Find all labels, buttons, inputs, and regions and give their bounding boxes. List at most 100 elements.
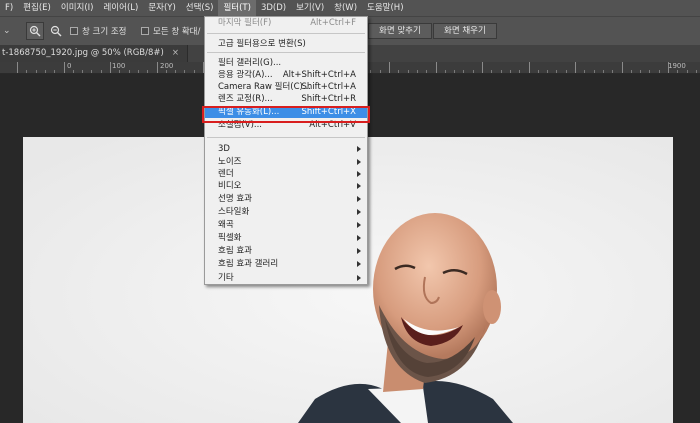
submenu-arrow-icon xyxy=(357,209,361,215)
checkbox-box xyxy=(141,27,149,35)
ruler-label: 0 xyxy=(67,62,72,70)
menu-edit[interactable]: 편집(E) xyxy=(18,0,56,16)
ruler-minor-tick xyxy=(119,70,120,73)
menu-item-distort[interactable]: 왜곡 xyxy=(205,219,367,231)
menu-item-label: 렌더 xyxy=(218,169,234,179)
ruler-minor-tick xyxy=(26,70,27,73)
menu-view[interactable]: 보기(V) xyxy=(291,0,329,16)
ruler-minor-tick xyxy=(659,70,660,73)
ruler-minor-tick xyxy=(473,70,474,73)
menu-type[interactable]: 문자(Y) xyxy=(143,0,180,16)
filter-menu-dropdown: 마지막 필터(F) Alt+Ctrl+F 고급 필터용으로 변환(S) 필터 갤러리(… xyxy=(204,16,368,285)
menu-item-sharpen[interactable]: 선명 효과 xyxy=(205,193,367,205)
fit-screen-button[interactable]: 화면 맞추기 xyxy=(368,23,432,39)
submenu-arrow-icon xyxy=(357,248,361,254)
menu-item-lens-correction[interactable]: 렌즈 교정(R)... Shift+Ctrl+R xyxy=(205,93,367,105)
menu-item-label: 렌즈 교정(R)... xyxy=(218,94,273,104)
ruler-minor-tick xyxy=(147,70,148,73)
menu-item-shortcut: Shift+Ctrl+A xyxy=(301,82,356,92)
menu-separator xyxy=(207,33,365,34)
ruler-minor-tick xyxy=(138,70,139,73)
submenu-arrow-icon xyxy=(357,196,361,202)
menu-item-3d[interactable]: 3D xyxy=(205,143,367,155)
menu-item-label: Camera Raw 필터(C)... xyxy=(218,82,311,92)
checkbox-box xyxy=(70,27,78,35)
submenu-arrow-icon xyxy=(357,275,361,281)
zoom-all-windows-checkbox[interactable]: 모든 창 확대/ xyxy=(141,25,200,37)
zoom-out-button[interactable] xyxy=(47,22,65,40)
menu-item-label: 고급 필터용으로 변환(S) xyxy=(218,39,306,49)
ruler-minor-tick xyxy=(45,70,46,73)
submenu-arrow-icon xyxy=(357,146,361,152)
ruler-minor-tick xyxy=(696,70,697,73)
ruler-major-tick xyxy=(436,62,437,73)
submenu-arrow-icon xyxy=(357,222,361,228)
menu-image[interactable]: 이미지(I) xyxy=(56,0,99,16)
menu-item-shortcut: Shift+Ctrl+R xyxy=(301,94,356,104)
menu-3d[interactable]: 3D(D) xyxy=(256,0,291,16)
menu-file[interactable]: F) xyxy=(0,0,18,16)
zoom-in-button[interactable] xyxy=(26,22,44,40)
menu-item-noise[interactable]: 노이즈 xyxy=(205,156,367,168)
document-tab[interactable]: t-1868750_1920.jpg @ 50% (RGB/8#) × xyxy=(0,45,188,62)
menu-item-label: 왜곡 xyxy=(218,220,234,230)
ruler-minor-tick xyxy=(687,70,688,73)
menu-item-label: 픽셀화 xyxy=(218,233,242,243)
chevron-down-icon[interactable]: ⌄ xyxy=(3,26,11,36)
ruler-minor-tick xyxy=(584,70,585,73)
ruler-minor-tick xyxy=(101,70,102,73)
ruler-minor-tick xyxy=(547,70,548,73)
menu-item-render[interactable]: 렌더 xyxy=(205,168,367,180)
ruler-major-tick xyxy=(529,62,530,73)
ruler-major-tick xyxy=(17,62,18,73)
menu-item-stylize[interactable]: 스타일화 xyxy=(205,206,367,218)
ruler-minor-tick xyxy=(184,70,185,73)
ruler-minor-tick xyxy=(556,70,557,73)
menu-item-label: 비디오 xyxy=(218,181,242,191)
zoom-all-windows-label: 모든 창 확대/ xyxy=(153,27,201,37)
ruler-minor-tick xyxy=(175,70,176,73)
ruler-minor-tick xyxy=(612,70,613,73)
ruler-major-tick xyxy=(622,62,623,73)
ruler-minor-tick xyxy=(454,70,455,73)
menu-filter[interactable]: 필터(T) xyxy=(218,0,256,16)
menu-item-other[interactable]: 기타 xyxy=(205,272,367,284)
ruler-label: 100 xyxy=(112,62,126,70)
resize-windows-label: 창 크기 조정 xyxy=(82,27,127,37)
menu-item-blur[interactable]: 흐림 효과 xyxy=(205,245,367,257)
menu-item-adaptive-wide-angle[interactable]: 응용 광각(A)... Alt+Shift+Ctrl+A xyxy=(205,69,367,81)
menu-item-blur-gallery[interactable]: 흐림 효과 갤러리 xyxy=(205,258,367,270)
ruler-minor-tick xyxy=(408,70,409,73)
close-icon[interactable]: × xyxy=(172,48,179,58)
ruler-major-tick xyxy=(157,62,158,73)
menu-item-filter-gallery[interactable]: 필터 갤러리(G)... xyxy=(205,57,367,69)
ruler-minor-tick xyxy=(166,70,167,73)
ruler-minor-tick xyxy=(677,70,678,73)
menu-item-label: 스타일화 xyxy=(218,207,250,217)
menu-help[interactable]: 도움말(H) xyxy=(362,0,408,16)
ruler-minor-tick xyxy=(649,70,650,73)
menu-layer[interactable]: 레이어(L) xyxy=(98,0,143,16)
zoom-out-icon xyxy=(50,25,62,37)
menu-item-label: 3D xyxy=(218,144,230,154)
ruler-minor-tick xyxy=(538,70,539,73)
menu-item-convert-smart-filter[interactable]: 고급 필터용으로 변환(S) xyxy=(205,38,367,50)
ruler-minor-tick xyxy=(380,70,381,73)
menu-item-label: 마지막 필터(F) xyxy=(218,18,272,28)
menu-select[interactable]: 선택(S) xyxy=(181,0,219,16)
ruler-major-tick xyxy=(110,62,111,73)
menu-item-label: 흐림 효과 xyxy=(218,246,252,256)
document-tab-title: t-1868750_1920.jpg @ 50% (RGB/8#) xyxy=(2,48,164,58)
ruler-minor-tick xyxy=(445,70,446,73)
menu-separator xyxy=(207,137,365,138)
menu-item-pixelate[interactable]: 픽셀화 xyxy=(205,232,367,244)
menu-item-video[interactable]: 비디오 xyxy=(205,180,367,192)
submenu-arrow-icon xyxy=(357,159,361,165)
menu-window[interactable]: 창(W) xyxy=(329,0,362,16)
ruler-minor-tick xyxy=(82,70,83,73)
ruler-minor-tick xyxy=(631,70,632,73)
resize-windows-checkbox[interactable]: 창 크기 조정 xyxy=(70,25,127,37)
menu-item-last-filter[interactable]: 마지막 필터(F) Alt+Ctrl+F xyxy=(205,17,367,29)
fill-screen-button[interactable]: 화면 채우기 xyxy=(433,23,497,39)
menu-item-camera-raw-filter[interactable]: Camera Raw 필터(C)... Shift+Ctrl+A xyxy=(205,81,367,93)
